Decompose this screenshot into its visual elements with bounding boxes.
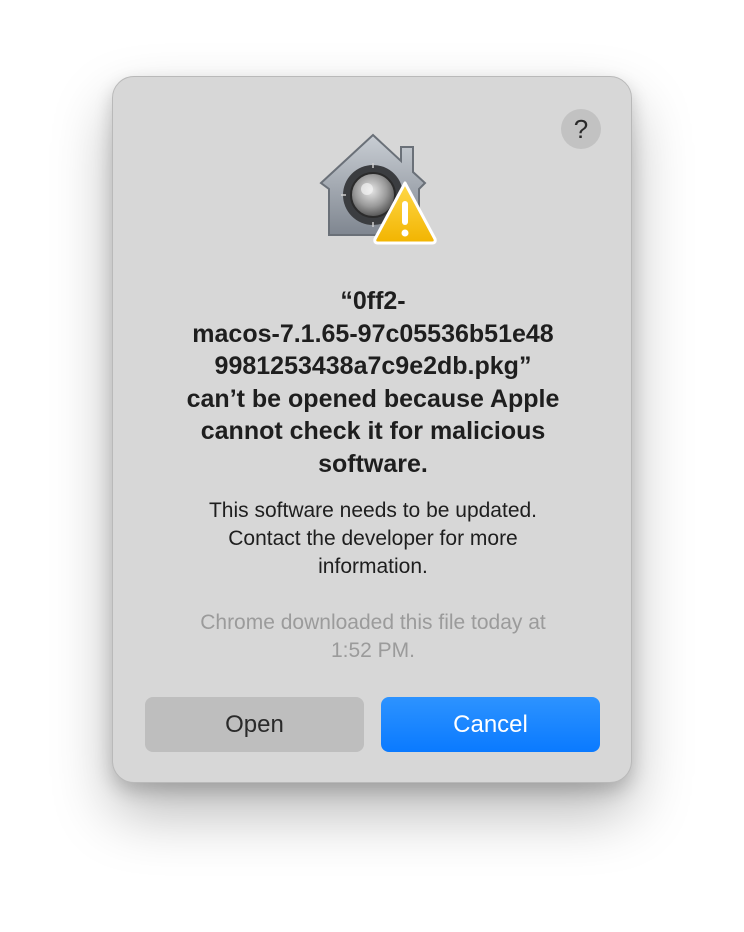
title-line: can’t be opened because Apple xyxy=(186,384,560,413)
title-line: macos-7.1.65-97c05536b51e48 xyxy=(192,319,554,348)
open-button[interactable]: Open xyxy=(145,697,364,752)
detail-line: 1:52 PM. xyxy=(330,639,416,662)
message-line: Contact the developer for more xyxy=(228,527,518,550)
title-line: software. xyxy=(318,449,428,478)
message-line: This software needs to be updated. xyxy=(208,499,538,522)
security-alert-dialog: ? “0ff2- macos-7.1.65-97c05536b51e48 998… xyxy=(112,76,632,783)
open-button-label: Open xyxy=(225,711,284,738)
message-line: information. xyxy=(318,555,428,578)
title-line: 9981253438a7c9e2db.pkg” xyxy=(214,352,532,380)
gatekeeper-security-icon xyxy=(319,133,437,245)
screen: ? “0ff2- macos-7.1.65-97c05536b51e48 998… xyxy=(0,0,744,932)
detail-line: Chrome downloaded this file today at xyxy=(200,611,546,634)
cancel-button-label: Cancel xyxy=(453,711,528,738)
help-button-label: ? xyxy=(573,114,589,144)
title-line: cannot check it for malicious xyxy=(200,417,546,445)
help-button[interactable]: ? xyxy=(561,109,601,149)
download-info: Chrome downloaded this file today at 1:5… xyxy=(153,609,593,665)
dialog-message: This software needs to be updated. Conta… xyxy=(153,497,593,581)
title-line: “0ff2- xyxy=(340,287,406,315)
dialog-title: “0ff2- macos-7.1.65-97c05536b51e48 99812… xyxy=(143,285,603,480)
cancel-button[interactable]: Cancel xyxy=(381,697,600,752)
